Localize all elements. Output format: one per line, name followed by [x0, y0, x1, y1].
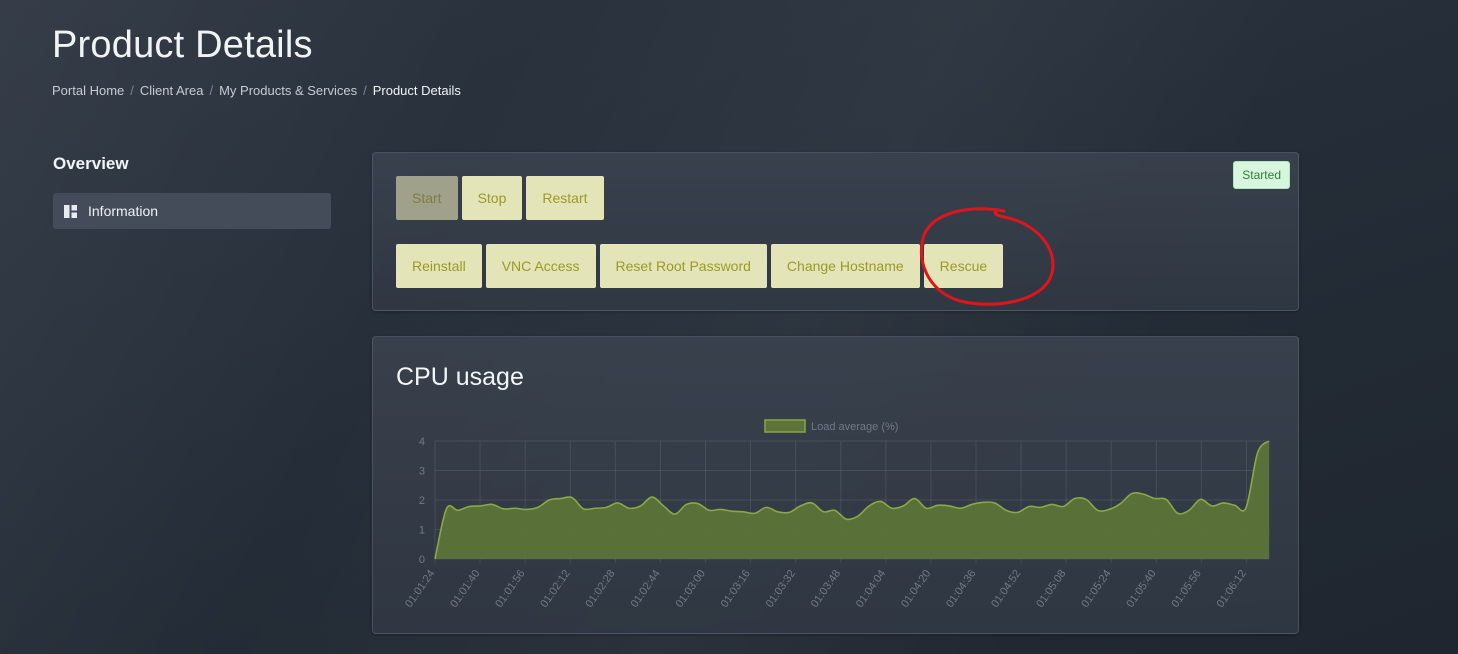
x-tick-label: 01:01:24 — [403, 568, 437, 610]
legend-swatch — [764, 419, 806, 433]
status-badge: Started — [1233, 161, 1290, 189]
y-tick-label: 0 — [419, 554, 425, 566]
x-tick-label: 01:02:28 — [583, 568, 617, 610]
x-tick-label: 01:01:56 — [493, 568, 527, 610]
x-tick-label: 01:03:32 — [764, 568, 798, 610]
x-tick-label: 01:04:36 — [944, 568, 978, 610]
x-tick-label: 01:04:52 — [989, 568, 1023, 610]
y-tick-label: 1 — [419, 525, 425, 537]
x-tick-label: 01:04:20 — [899, 568, 933, 610]
x-tick-label: 01:05:24 — [1079, 568, 1113, 610]
x-tick-label: 01:03:48 — [809, 568, 843, 610]
y-tick-label: 2 — [419, 495, 425, 507]
dashboard-icon — [64, 204, 77, 218]
vnc-access-button[interactable]: VNC Access — [485, 244, 596, 288]
breadcrumb-my-products-services[interactable]: My Products & Services — [219, 83, 357, 98]
x-tick-label: 01:02:12 — [538, 568, 572, 610]
breadcrumb-portal-home[interactable]: Portal Home — [52, 83, 124, 98]
x-tick-label: 01:04:04 — [854, 568, 888, 610]
sidebar-item-label: Information — [88, 203, 159, 219]
rescue-button[interactable]: Rescue — [923, 244, 1004, 288]
x-tick-label: 01:02:44 — [628, 568, 662, 610]
power-actions: Start Stop Restart — [396, 176, 604, 220]
page-title: Product Details — [52, 24, 313, 66]
x-tick-label: 01:06:12 — [1215, 568, 1249, 610]
restart-button[interactable]: Restart — [526, 176, 604, 220]
x-tick-label: 01:05:08 — [1034, 568, 1068, 610]
breadcrumb-product-details: Product Details — [372, 83, 461, 98]
sidebar-item-information[interactable]: Information — [53, 193, 331, 229]
x-tick-label: 01:03:16 — [719, 568, 753, 610]
sidebar-heading: Overview — [53, 154, 129, 173]
cpu-usage-chart: 0 1 2 3 4 01:01:24 01:01:40 01:01:56 01:02:12 01:… — [403, 419, 1270, 610]
management-actions: Reinstall VNC Access Reset Root Password… — [396, 244, 1004, 288]
y-tick-label: 4 — [419, 436, 425, 448]
change-hostname-button[interactable]: Change Hostname — [770, 244, 920, 288]
breadcrumb-separator: / — [363, 83, 367, 98]
actions-panel: Started Start Stop Restart Reinstall VNC… — [372, 152, 1299, 311]
breadcrumb: Portal Home / Client Area / My Products … — [52, 83, 461, 98]
y-tick-label: 3 — [419, 466, 425, 478]
breadcrumb-separator: / — [209, 83, 214, 98]
breadcrumb-client-area[interactable]: Client Area — [140, 83, 204, 98]
reinstall-button[interactable]: Reinstall — [396, 244, 482, 288]
x-tick-label: 01:05:40 — [1124, 568, 1158, 610]
reset-root-password-button[interactable]: Reset Root Password — [599, 244, 767, 288]
cpu-usage-panel: CPU usage 0 1 2 3 4 01:01:24 01:01:40 01:01:56 0… — [372, 336, 1299, 634]
stop-button[interactable]: Stop — [461, 176, 523, 220]
breadcrumb-separator: / — [130, 83, 134, 98]
legend-label: Load average (%) — [811, 421, 898, 433]
x-tick-label: 01:03:00 — [674, 568, 708, 610]
start-button[interactable]: Start — [396, 176, 458, 220]
x-tick-label: 01:05:56 — [1169, 568, 1203, 610]
x-tick-label: 01:01:40 — [448, 568, 482, 610]
